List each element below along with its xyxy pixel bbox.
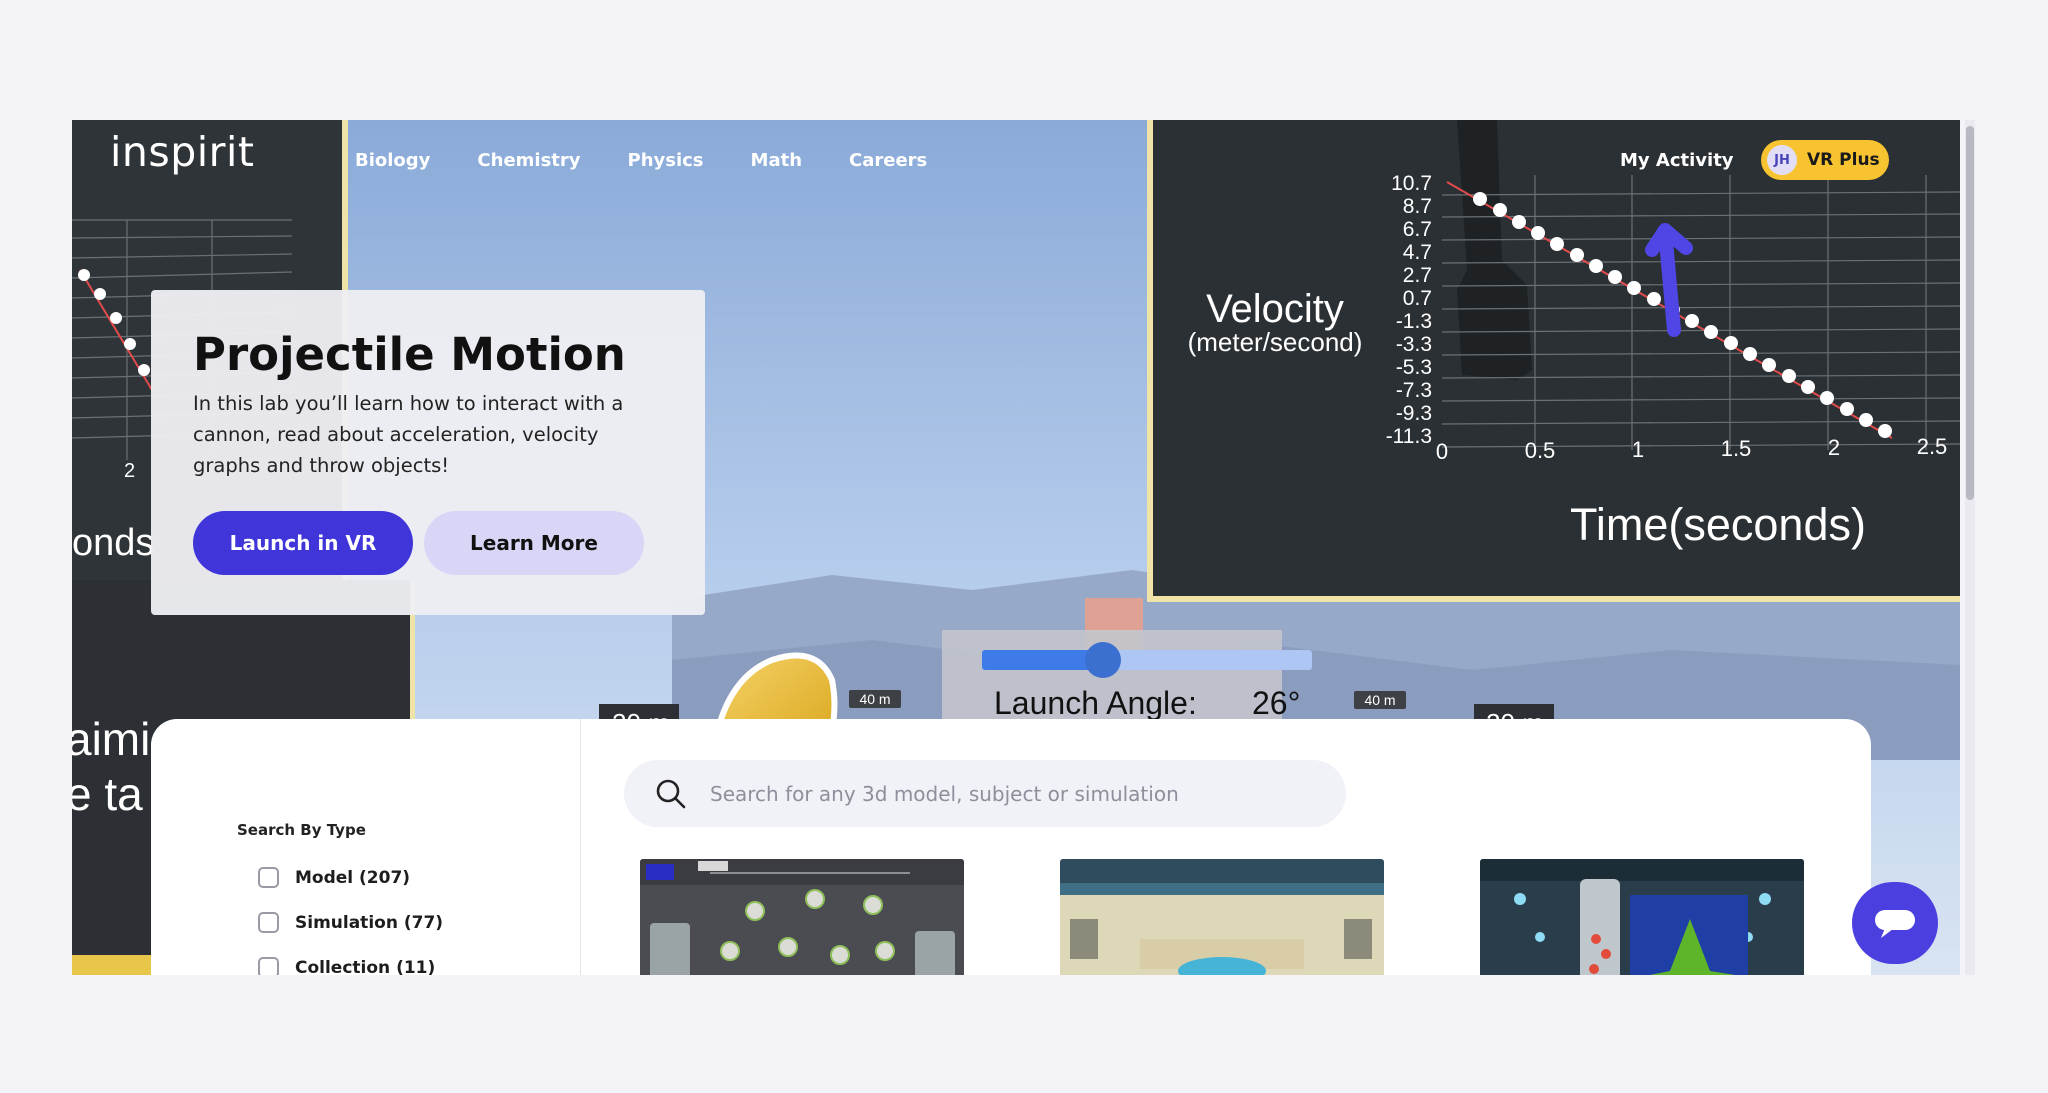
nav-physics[interactable]: Physics: [628, 150, 704, 171]
result-thumbnail: [640, 859, 964, 975]
main-nav: Biology Chemistry Physics Math Careers: [355, 150, 927, 171]
graph-x-title: Time(seconds): [1570, 499, 1866, 550]
chat-icon: [1875, 910, 1915, 938]
result-thumbnail: [1480, 859, 1804, 975]
search-input[interactable]: [710, 760, 1310, 827]
distance-marker-right: 40 m: [1364, 692, 1395, 708]
x-tick-label: 2.5: [1917, 434, 1948, 459]
result-card-3[interactable]: [1480, 859, 1804, 975]
browse-panel: Search By Type Model (207) Simulation (7…: [151, 719, 1871, 975]
y-tick-label: 6.7: [1403, 218, 1432, 241]
y-tick-label: 4.7: [1403, 241, 1432, 264]
checkbox[interactable]: [258, 912, 279, 933]
search-icon: [656, 779, 686, 809]
filter-label: Model (207): [295, 867, 411, 888]
x-tick-label: 1.5: [1721, 436, 1752, 461]
launch-angle-value: 26°: [1252, 685, 1300, 721]
left-board-tick: 2: [124, 460, 135, 482]
x-tick-label: 0: [1436, 439, 1448, 464]
checkbox[interactable]: [258, 957, 279, 975]
y-tick-label: 2.7: [1403, 264, 1432, 287]
y-tick-label: -1.3: [1396, 310, 1432, 333]
launch-angle-label: Launch Angle:: [994, 685, 1197, 721]
nav-math[interactable]: Math: [751, 150, 802, 171]
y-tick-label: -11.3: [1386, 425, 1432, 448]
filter-title: Search By Type: [237, 821, 366, 839]
y-tick-label: -7.3: [1396, 379, 1432, 402]
distance-marker-left: 40 m: [859, 691, 890, 707]
chat-button[interactable]: [1852, 882, 1938, 964]
account-plan-button[interactable]: JH VR Plus: [1761, 140, 1889, 180]
x-tick-label: 2: [1828, 435, 1840, 460]
avatar: JH: [1767, 145, 1797, 175]
x-tick-label: 0.5: [1525, 438, 1556, 463]
filter-simulation[interactable]: Simulation (77): [258, 912, 443, 933]
graph-y-unit: (meter/second): [1188, 327, 1363, 357]
filter-label: Collection (11): [295, 957, 436, 976]
left-scene-text-2: e ta: [72, 768, 143, 820]
search-bar[interactable]: [624, 760, 1346, 827]
hero-card: Projectile Motion In this lab you’ll lea…: [151, 290, 705, 615]
brand-logo[interactable]: inspirit: [110, 128, 254, 176]
y-tick-label: 0.7: [1403, 287, 1432, 310]
checkbox[interactable]: [258, 867, 279, 888]
y-tick-label: -9.3: [1396, 402, 1432, 425]
y-tick-label: 10.7: [1391, 172, 1432, 195]
left-board-word: onds: [72, 522, 154, 564]
x-tick-label: 1: [1632, 437, 1644, 462]
plan-label: VR Plus: [1807, 150, 1880, 170]
y-tick-label: -3.3: [1396, 333, 1432, 356]
launch-vr-button[interactable]: Launch in VR: [193, 511, 413, 575]
nav-careers[interactable]: Careers: [849, 150, 927, 171]
page-title: Projectile Motion: [193, 328, 626, 381]
y-tick-label: -5.3: [1396, 356, 1432, 379]
filter-sidebar: Search By Type Model (207) Simulation (7…: [151, 719, 581, 975]
learn-more-button[interactable]: Learn More: [424, 511, 644, 575]
page-frame: Velocity (meter/second) Time(seconds) 2 …: [72, 120, 1960, 975]
hero-description: In this lab you’ll learn how to interact…: [193, 392, 624, 477]
left-scene-text-1: aimi: [72, 713, 150, 765]
y-tick-label: 8.7: [1403, 195, 1432, 218]
my-activity-link[interactable]: My Activity: [1620, 150, 1734, 171]
graph-y-title: Velocity: [1206, 287, 1344, 331]
nav-chemistry[interactable]: Chemistry: [477, 150, 580, 171]
nav-biology[interactable]: Biology: [355, 150, 430, 171]
result-card-1[interactable]: [640, 859, 964, 975]
filter-collection[interactable]: Collection (11): [258, 957, 435, 975]
scrollbar-thumb[interactable]: [1966, 126, 1974, 500]
filter-model[interactable]: Model (207): [258, 867, 410, 888]
filter-label: Simulation (77): [295, 912, 444, 933]
page-scrollbar[interactable]: [1965, 120, 1975, 975]
result-thumbnail: [1060, 859, 1384, 975]
result-card-2[interactable]: [1060, 859, 1384, 975]
